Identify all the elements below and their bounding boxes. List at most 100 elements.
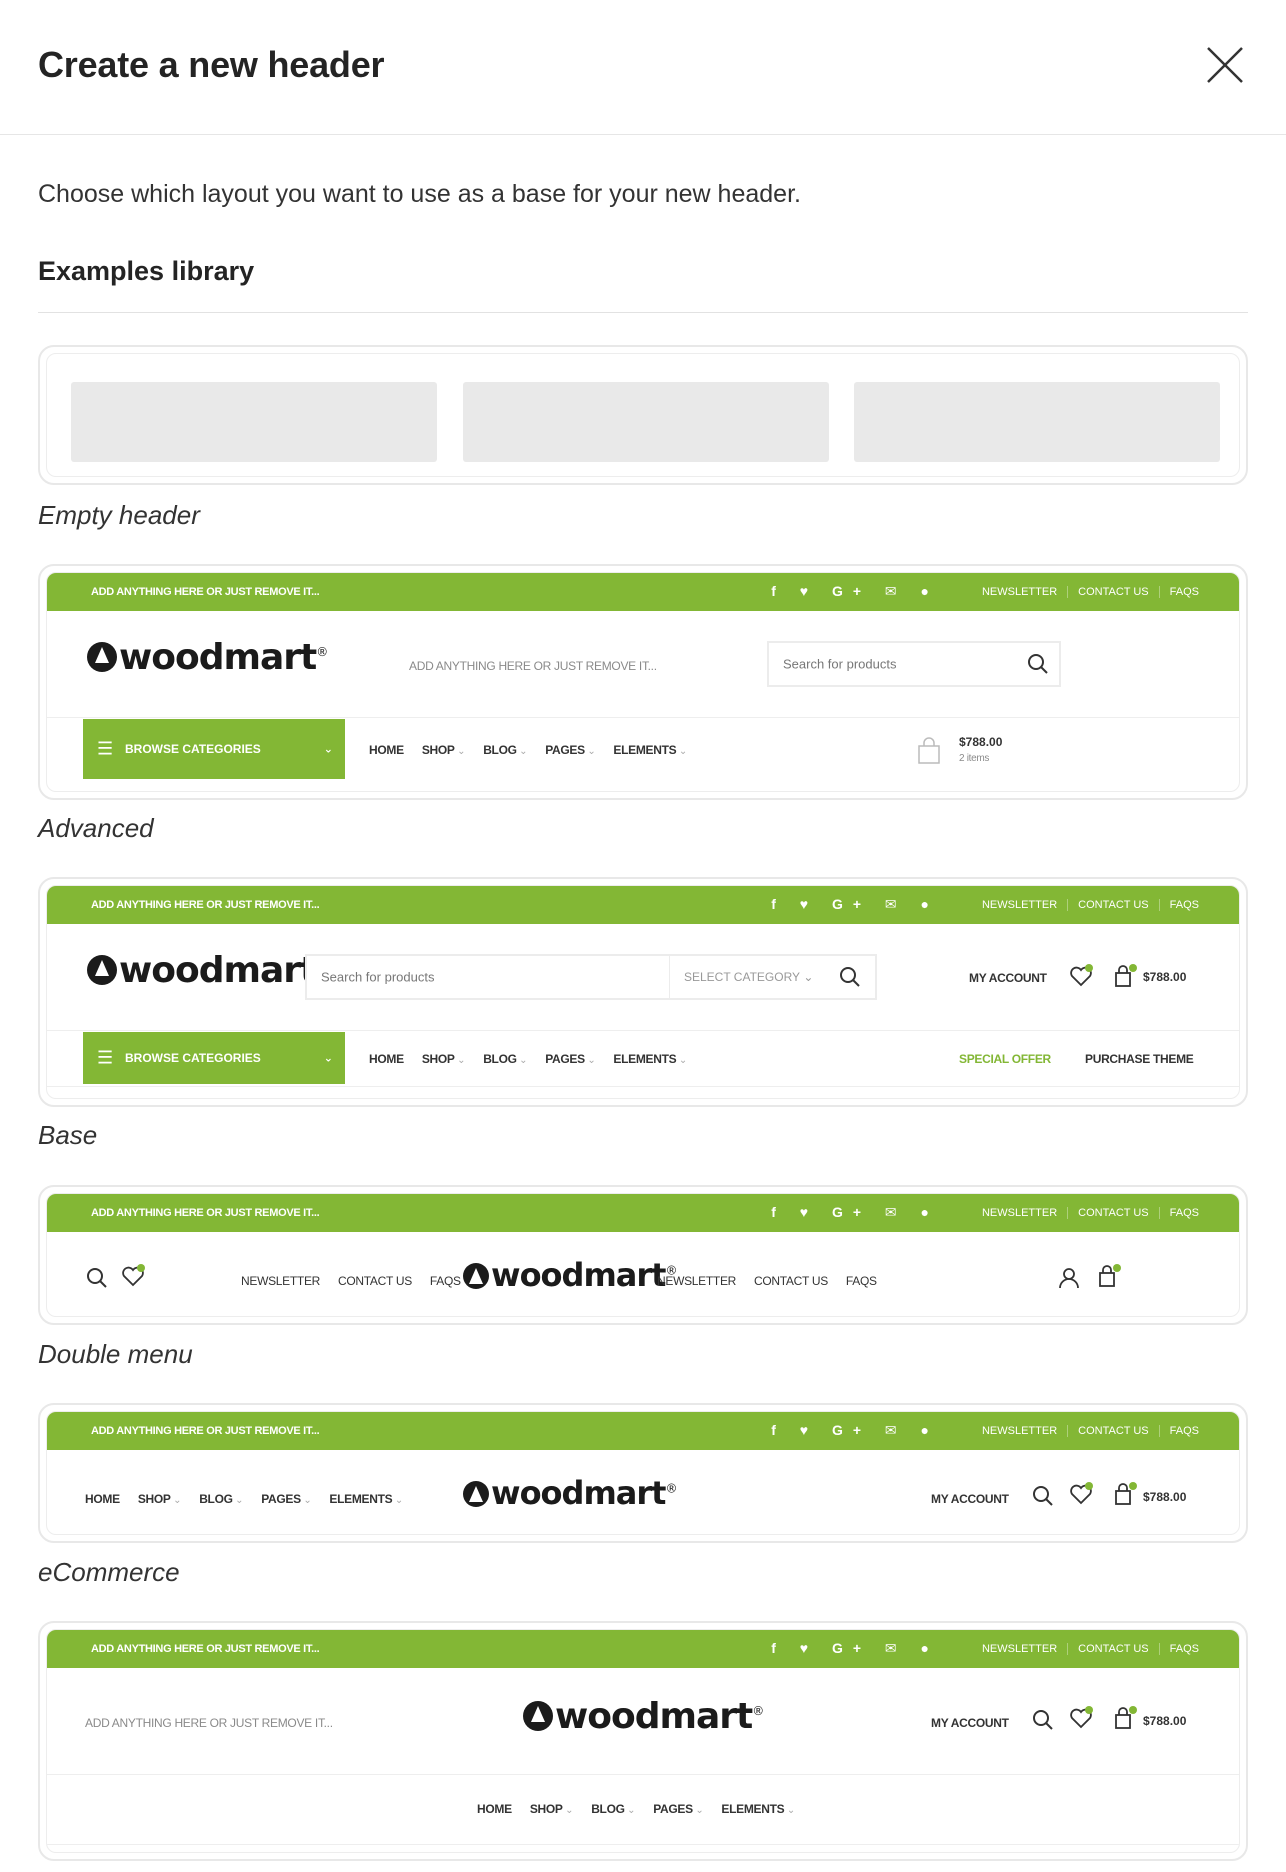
top-link-contact: CONTACT US bbox=[1067, 1425, 1159, 1437]
example-card-double-menu[interactable]: ADD ANYTHING HERE OR JUST REMOVE IT... f… bbox=[38, 1185, 1248, 1325]
top-bar-links: NEWSLETTER CONTACT US FAQS bbox=[972, 1207, 1209, 1219]
nav-blog[interactable]: BLOG bbox=[483, 1052, 527, 1066]
menu-faqs[interactable]: FAQS bbox=[430, 1274, 461, 1288]
wishlist-icon[interactable] bbox=[1069, 1482, 1093, 1506]
browse-label: BROWSE CATEGORIES bbox=[125, 1051, 261, 1065]
nav-home[interactable]: HOME bbox=[477, 1802, 512, 1816]
nav-home[interactable]: HOME bbox=[85, 1492, 120, 1506]
main-nav: HOME SHOP BLOG PAGES ELEMENTS bbox=[477, 1802, 813, 1816]
cart-icon[interactable] bbox=[1113, 964, 1137, 988]
nav-home[interactable]: HOME bbox=[369, 1052, 404, 1066]
browse-categories-button[interactable]: ☰ BROWSE CATEGORIES ⌄ bbox=[83, 719, 345, 779]
example-card-advanced[interactable]: ADD ANYTHING HERE OR JUST REMOVE IT... f… bbox=[38, 564, 1248, 800]
logo-text: woodmart bbox=[119, 637, 317, 678]
top-link-contact: CONTACT US bbox=[1067, 1643, 1159, 1655]
my-account-link[interactable]: MY ACCOUNT bbox=[969, 971, 1047, 985]
shopping-bag-icon[interactable] bbox=[917, 737, 941, 765]
logo-icon bbox=[463, 1481, 489, 1507]
left-menu: NEWSLETTER CONTACT US FAQS bbox=[241, 1274, 479, 1288]
user-icon[interactable] bbox=[1057, 1266, 1081, 1290]
main-nav: HOME SHOP BLOG PAGES ELEMENTS bbox=[85, 1492, 421, 1506]
nav-elements[interactable]: ELEMENTS bbox=[329, 1492, 403, 1506]
menu-newsletter[interactable]: NEWSLETTER bbox=[241, 1274, 320, 1288]
cart-items: 2 items bbox=[959, 753, 990, 764]
search-icon[interactable] bbox=[839, 966, 861, 988]
my-account-link[interactable]: MY ACCOUNT bbox=[931, 1716, 1009, 1730]
nav-pages[interactable]: PAGES bbox=[545, 1052, 595, 1066]
special-offer-link[interactable]: SPECIAL OFFER bbox=[959, 1052, 1051, 1066]
logo-icon bbox=[87, 642, 117, 672]
example-card-centered[interactable]: ADD ANYTHING HERE OR JUST REMOVE IT... f… bbox=[38, 1621, 1248, 1861]
example-card-base[interactable]: ADD ANYTHING HERE OR JUST REMOVE IT... f… bbox=[38, 877, 1248, 1107]
search-icon[interactable] bbox=[85, 1266, 109, 1290]
nav-pages[interactable]: PAGES bbox=[545, 743, 595, 757]
divider bbox=[38, 312, 1248, 313]
wishlist-icon[interactable] bbox=[121, 1264, 145, 1288]
top-link-newsletter: NEWSLETTER bbox=[981, 899, 1058, 911]
nav-elements[interactable]: ELEMENTS bbox=[613, 743, 687, 757]
nav-pages[interactable]: PAGES bbox=[653, 1802, 703, 1816]
top-bar-links: NEWSLETTER CONTACT US FAQS bbox=[972, 899, 1209, 911]
nav-blog[interactable]: BLOG bbox=[483, 743, 527, 757]
nav-shop[interactable]: SHOP bbox=[422, 743, 465, 757]
nav-shop[interactable]: SHOP bbox=[422, 1052, 465, 1066]
wishlist-icon[interactable] bbox=[1069, 1706, 1093, 1730]
search-icon[interactable] bbox=[1031, 1484, 1055, 1508]
menu-contact[interactable]: CONTACT US bbox=[338, 1274, 412, 1288]
search-field[interactable]: Search for products bbox=[767, 641, 1061, 687]
menu-icon: ☰ bbox=[97, 1047, 114, 1068]
nav-home[interactable]: HOME bbox=[369, 743, 404, 757]
example-card-ecommerce[interactable]: ADD ANYTHING HERE OR JUST REMOVE IT... f… bbox=[38, 1403, 1248, 1543]
top-bar-promo: ADD ANYTHING HERE OR JUST REMOVE IT... bbox=[91, 899, 320, 911]
menu-contact[interactable]: CONTACT US bbox=[754, 1274, 828, 1288]
intro-text: Choose which layout you want to use as a… bbox=[38, 180, 801, 208]
logo: woodmart® bbox=[463, 1474, 677, 1512]
example-label-base: Base bbox=[38, 1120, 98, 1150]
modal-title: Create a new header bbox=[38, 44, 385, 85]
modal-header: Create a new header bbox=[0, 0, 1286, 135]
social-icons: f ♥ G+ ✉ ● bbox=[771, 896, 939, 912]
card-preview bbox=[46, 353, 1240, 477]
logo-icon bbox=[463, 1263, 489, 1289]
search-field[interactable]: Search for products SELECT CATEGORY ⌄ bbox=[305, 954, 877, 1000]
nav-elements[interactable]: ELEMENTS bbox=[721, 1802, 795, 1816]
header-text: ADD ANYTHING HERE OR JUST REMOVE IT... bbox=[85, 1716, 333, 1730]
cart-total: $788.00 bbox=[959, 735, 1003, 749]
social-icons: f ♥ G+ ✉ ● bbox=[771, 1204, 939, 1220]
top-link-newsletter: NEWSLETTER bbox=[981, 1425, 1058, 1437]
cart-icon[interactable] bbox=[1113, 1706, 1137, 1730]
example-card-empty-header[interactable] bbox=[38, 345, 1248, 485]
nav-pages[interactable]: PAGES bbox=[261, 1492, 311, 1506]
nav-blog[interactable]: BLOG bbox=[591, 1802, 635, 1816]
nav-blog[interactable]: BLOG bbox=[199, 1492, 243, 1506]
logo: woodmart® bbox=[523, 1696, 764, 1737]
menu-icon: ☰ bbox=[97, 738, 114, 759]
top-link-faqs: FAQS bbox=[1158, 1425, 1209, 1437]
logo-text: woodmart bbox=[491, 1474, 666, 1512]
cart-total: $788.00 bbox=[1143, 1490, 1187, 1504]
browse-categories-button[interactable]: ☰ BROWSE CATEGORIES ⌄ bbox=[83, 1032, 345, 1084]
nav-shop[interactable]: SHOP bbox=[530, 1802, 573, 1816]
row-divider bbox=[47, 1844, 1239, 1845]
purchase-theme-link[interactable]: PURCHASE THEME bbox=[1085, 1052, 1194, 1066]
close-button[interactable] bbox=[1204, 44, 1246, 86]
my-account-link[interactable]: MY ACCOUNT bbox=[931, 1492, 1009, 1506]
row-divider bbox=[47, 717, 1239, 718]
search-icon[interactable] bbox=[1031, 1708, 1055, 1732]
example-label-double-menu: Double menu bbox=[38, 1339, 193, 1369]
placeholder-block bbox=[71, 382, 437, 462]
nav-elements[interactable]: ELEMENTS bbox=[613, 1052, 687, 1066]
nav-shop[interactable]: SHOP bbox=[138, 1492, 181, 1506]
logo-text: woodmart bbox=[119, 950, 317, 991]
search-placeholder: Search for products bbox=[783, 656, 897, 672]
menu-faqs[interactable]: FAQS bbox=[846, 1274, 877, 1288]
menu-newsletter[interactable]: NEWSLETTER bbox=[657, 1274, 736, 1288]
right-menu: NEWSLETTER CONTACT US FAQS bbox=[657, 1274, 895, 1288]
cart-icon[interactable] bbox=[1097, 1264, 1121, 1288]
cart-icon[interactable] bbox=[1113, 1482, 1137, 1506]
select-category-dropdown[interactable]: SELECT CATEGORY ⌄ bbox=[669, 956, 829, 998]
top-bar: ADD ANYTHING HERE OR JUST REMOVE IT... f… bbox=[47, 1630, 1239, 1668]
top-bar: ADD ANYTHING HERE OR JUST REMOVE IT... f… bbox=[47, 886, 1239, 924]
wishlist-icon[interactable] bbox=[1069, 964, 1093, 988]
browse-label: BROWSE CATEGORIES bbox=[125, 742, 261, 756]
